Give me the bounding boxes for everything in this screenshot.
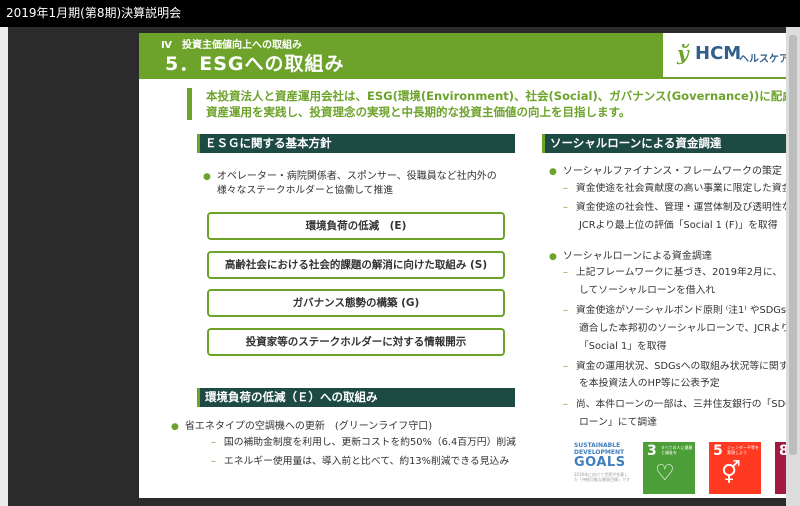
sdg-goal-5-tile: 5 ジェンダー平等を実現しよう ⚥ [709, 442, 761, 494]
intro-line-2: 資産運用を実践し、投資理念の実現と中長期的な投資主価値の向上を目指します。 [206, 105, 631, 119]
policy-pill-environment: 環境負荷の低減 (E) [207, 212, 505, 240]
dash-icon: – [211, 437, 216, 448]
loan-sub-3-cont: を本投資法人のHP等に公表予定 [579, 378, 720, 389]
gender-equality-icon: ⚥ [721, 461, 741, 486]
dash-icon: – [563, 361, 568, 372]
bullet-dot-icon: ● [203, 172, 211, 182]
dash-icon: – [563, 305, 568, 316]
intro-statement: 本投資法人と資産運用会社は、ESG(環境(Environment)、社会(Soc… [187, 88, 786, 120]
sdg-goal-3-tile: 3 すべての人に健康と福祉を ♡ [643, 442, 695, 494]
sdg-goal-8-tile: 8 [775, 442, 786, 494]
loan-sub-4-cont: ローン」にて調達 [579, 417, 657, 428]
logo-name: ヘルスケア [739, 54, 786, 65]
logo-mark-icon: ў [677, 41, 689, 65]
header-underline [139, 77, 786, 79]
policy-pill-governance: ガバナンス態勢の構築 (G) [207, 289, 505, 317]
framework-sub-1: – 資金使途を社会貢献度の高い事業に限定した資金 [563, 183, 786, 194]
loan-sub-2-cont-1: 適合した本邦初のソーシャルローンで、JCRより [579, 323, 786, 334]
dash-icon: – [563, 267, 568, 278]
framework-sub-2-cont: JCRより最上位の評価「Social 1 (F)」を取得 [579, 220, 778, 231]
loan-sub-1: – 上記フレームワークに基づき、2019年2月に、 [563, 267, 783, 278]
framework-bullet: ● ソーシャルファイナンス・フレームワークの策定 [549, 166, 782, 177]
loan-sub-3: – 資金の運用状況、SDGsへの取組み状況等に関す [563, 361, 786, 372]
bullet-dot-icon: ● [549, 252, 557, 262]
logo-brand: HCM [695, 43, 742, 64]
hcm-logo: ў HCM ヘルスケア [677, 39, 786, 71]
heartbeat-icon: ♡ [655, 461, 675, 486]
sdgs-logo: SUSTAINABLE DEVELOPMENT GOALS 2030年に向けて世… [574, 442, 630, 492]
loan-sub-1-cont: してソーシャルローンを借入れ [579, 285, 716, 296]
policy-pill-social: 高齢社会における社会的課題の解消に向けた取組み (S) [207, 251, 505, 279]
environment-bullet: ● 省エネタイプの空調機への更新 (グリーンライフ守口) [171, 421, 433, 432]
dash-icon: – [563, 202, 568, 213]
dash-icon: – [211, 456, 216, 467]
loan-sub-4: – 尚、本件ローンの一部は、三井住友銀行の「SDG [563, 399, 786, 410]
dash-icon: – [563, 399, 568, 410]
slide-title: 5．ESGへの取組み [165, 53, 345, 75]
social-loan-heading: ソーシャルローンによる資金調達 [542, 134, 786, 153]
presentation-slide: Ⅳ 投資主価値向上への取組み 5．ESGへの取組み ў HCM ヘルスケア 本投… [139, 33, 786, 498]
loan-sub-2: – 資金使途がソーシャルボンド原則 ⁽注1⁾ やSDGs [563, 305, 786, 316]
slide-header-band: Ⅳ 投資主価値向上への取組み 5．ESGへの取組み [139, 33, 663, 77]
environment-sub-1: – 国の補助金制度を利用し、更新コストを約50%（6.4百万円）削減 [211, 437, 516, 448]
loan-bullet: ● ソーシャルローンによる資金調達 [549, 251, 712, 262]
scrollbar-thumb[interactable] [789, 35, 797, 455]
left-margin [0, 27, 8, 506]
dash-icon: – [563, 183, 568, 194]
vertical-scrollbar[interactable] [786, 27, 800, 506]
esg-policy-heading: ＥＳＧに関する基本方針 [197, 134, 515, 153]
sdgs-caption: 2030年に向けて世界が合意した「持続可能な開発目標」です [574, 472, 630, 482]
bullet-dot-icon: ● [171, 422, 179, 432]
loan-sub-2-cont-2: 「Social 1」を取得 [579, 341, 667, 352]
framework-sub-2: – 資金使途の社会性、管理・運営体制及び透明性な [563, 202, 786, 213]
sdgs-line-1: SUSTAINABLE [574, 442, 621, 449]
intro-line-1: 本投資法人と資産運用会社は、ESG(環境(Environment)、社会(Soc… [206, 89, 786, 103]
sdgs-goals: GOALS [574, 455, 626, 470]
policy-pill-disclosure: 投資家等のステークホルダーに対する情報開示 [207, 328, 505, 356]
policy-bullet-cont: 様々なステークホルダーと協働して推進 [217, 185, 394, 196]
environment-sub-2: – エネルギー使用量は、導入前と比べて、約13%削減できる見込み [211, 456, 510, 467]
bullet-dot-icon: ● [549, 167, 557, 177]
window-title: 2019年1月期(第8期)決算説明会 [0, 0, 800, 27]
environment-heading: 環境負荷の低減（Ｅ）への取組み [197, 388, 515, 407]
